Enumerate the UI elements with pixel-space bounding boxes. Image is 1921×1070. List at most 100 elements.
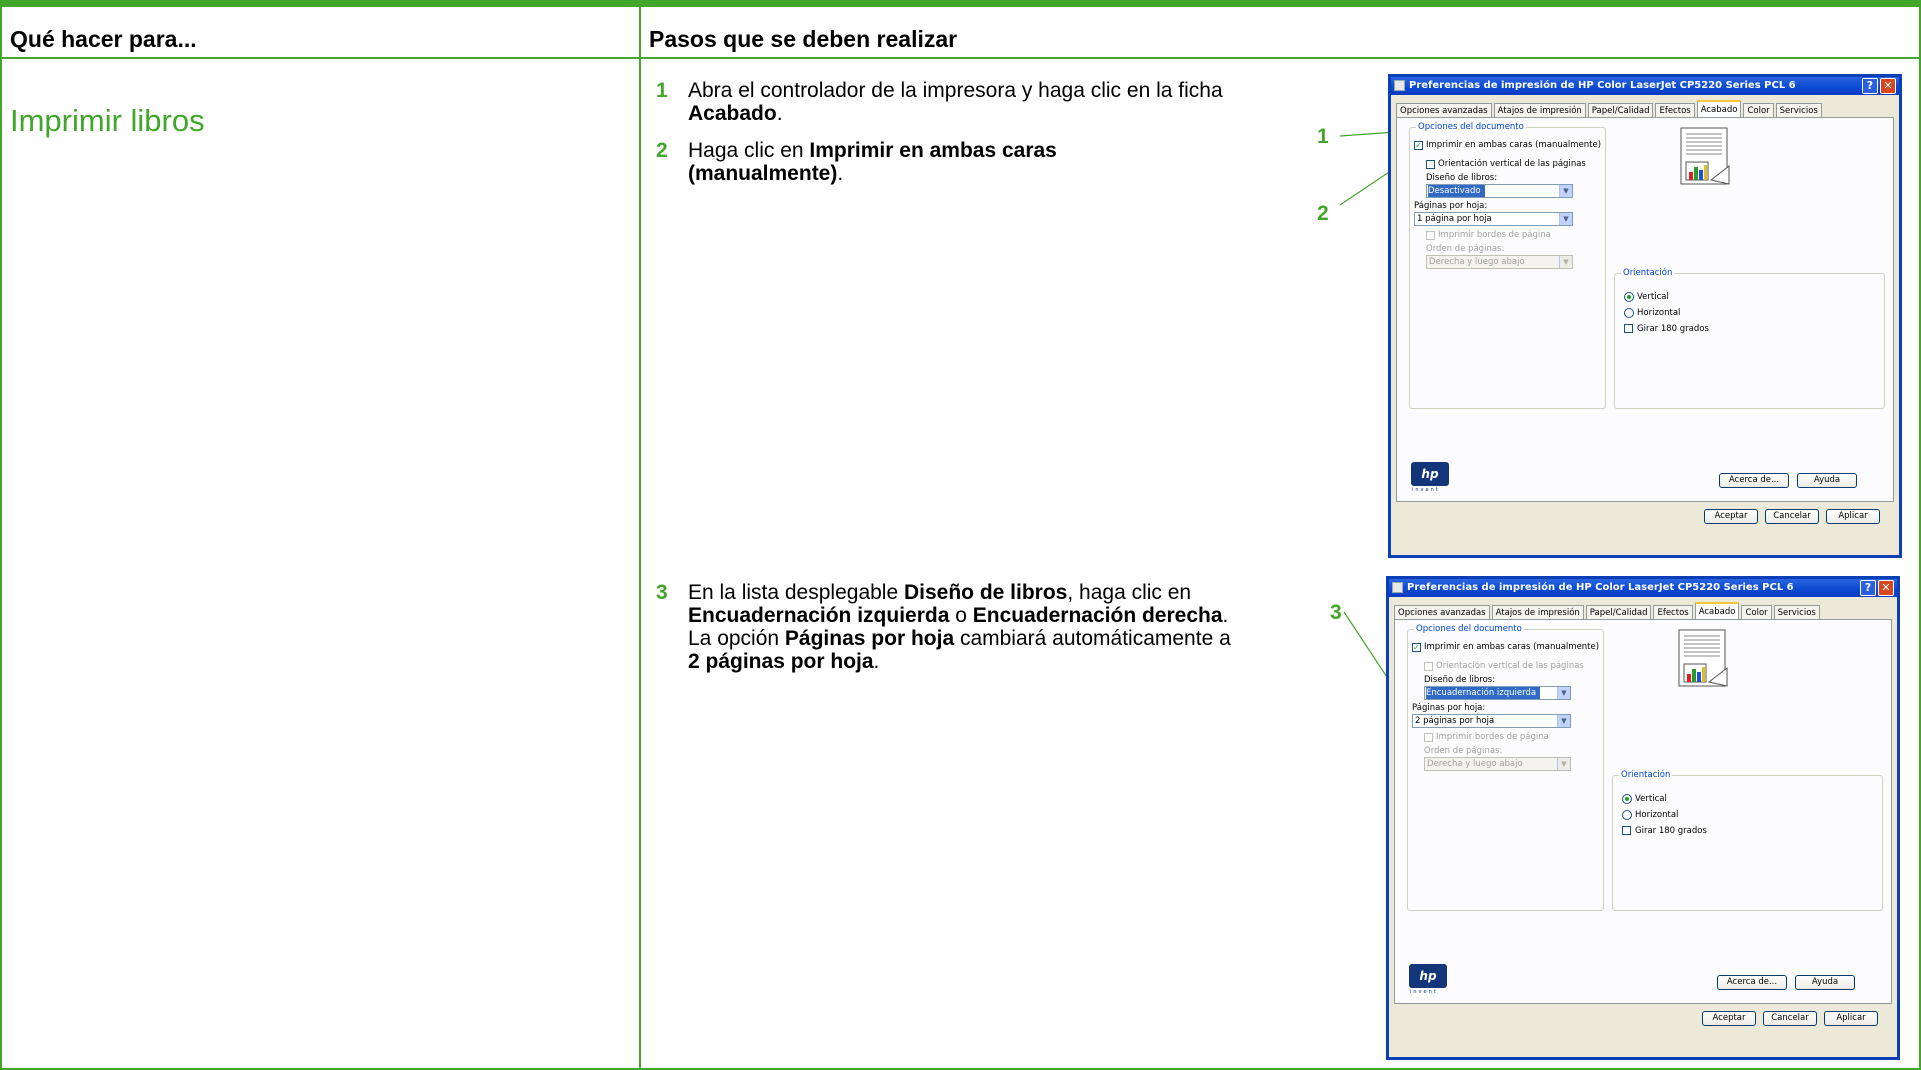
chevron-down-icon: ▼ — [1557, 715, 1570, 727]
about-button[interactable]: Acerca de... — [1719, 473, 1789, 488]
print-preferences-dialog-2: Preferencias de impresión de HP Color La… — [1386, 576, 1900, 1060]
landscape-label: Horizontal — [1637, 308, 1681, 318]
hp-logo: hp — [1411, 462, 1449, 486]
apply-button[interactable]: Aplicar — [1824, 1011, 1878, 1026]
section-title: Imprimir libros — [10, 103, 205, 138]
booklet-layout-select[interactable]: Encuadernación izquierda ▼ — [1424, 686, 1571, 700]
duplex-checkbox[interactable]: ✓ — [1414, 141, 1423, 150]
booklet-layout-label: Diseño de libros: — [1424, 675, 1496, 685]
page-preview-icon — [1678, 629, 1728, 687]
step-number: 3 — [656, 581, 668, 604]
ok-button[interactable]: Aceptar — [1704, 509, 1758, 524]
step-text: Abra el controlador de la impresora y ha… — [688, 79, 1223, 125]
callout-2: 2 — [1317, 202, 1329, 225]
step-text: Haga clic en Imprimir en ambas caras (ma… — [688, 139, 1057, 185]
page-order-select[interactable]: Derecha y luego abajo ▼ — [1424, 757, 1571, 771]
landscape-label: Horizontal — [1635, 810, 1679, 820]
cancel-button[interactable]: Cancelar — [1763, 1011, 1817, 1026]
apply-button[interactable]: Aplicar — [1826, 509, 1880, 524]
printer-icon — [1392, 582, 1403, 593]
flip-pages-label: Orientación vertical de las páginas — [1436, 661, 1584, 671]
finishing-tab-panel: Opciones del documento ✓ Imprimir en ambas… — [1394, 619, 1892, 1004]
page-order-select[interactable]: Derecha y luego abajo ▼ — [1426, 255, 1573, 269]
portrait-radio[interactable] — [1624, 292, 1634, 302]
landscape-radio[interactable] — [1624, 308, 1634, 318]
column-divider — [639, 0, 641, 1070]
group-label: Opciones del documento — [1416, 122, 1526, 132]
tab-5[interactable]: Color — [1741, 605, 1772, 620]
help-titlebar-button[interactable]: ? — [1862, 78, 1878, 94]
step-2: 2 Haga clic en Imprimir en ambas caras (… — [656, 139, 1246, 185]
portrait-label: Vertical — [1635, 794, 1667, 804]
duplex-checkbox[interactable]: ✓ — [1412, 643, 1421, 652]
column-header-task: Qué hacer para... — [10, 26, 197, 52]
printer-icon — [1394, 80, 1405, 91]
chevron-down-icon: ▼ — [1557, 758, 1570, 770]
step-1: 1 Abra el controlador de la impresora y … — [656, 79, 1246, 125]
duplex-label: Imprimir en ambas caras (manualmente) — [1426, 140, 1602, 150]
tab-2[interactable]: Papel/Calidad — [1587, 103, 1654, 118]
pages-per-sheet-select[interactable]: 2 páginas por hoja ▼ — [1412, 714, 1571, 728]
finishing-tab-panel: Opciones del documento ✓ Imprimir en ambas… — [1396, 117, 1894, 502]
table-left-border — [0, 0, 2, 1070]
landscape-radio[interactable] — [1622, 810, 1632, 820]
close-titlebar-button[interactable]: ✕ — [1880, 78, 1896, 94]
pages-per-sheet-select[interactable]: 1 página por hoja ▼ — [1414, 212, 1573, 226]
step-number: 1 — [656, 79, 668, 102]
page-order-label: Orden de páginas: — [1424, 746, 1503, 756]
column-header-steps: Pasos que se deben realizar — [649, 26, 958, 52]
rotate-label: Girar 180 grados — [1637, 324, 1709, 334]
duplex-label: Imprimir en ambas caras (manualmente) — [1424, 642, 1600, 652]
group-label: Orientación — [1619, 770, 1673, 780]
help-titlebar-button[interactable]: ? — [1860, 580, 1876, 596]
tab-3[interactable]: Efectos — [1655, 103, 1695, 118]
header-divider — [0, 57, 1921, 59]
tab-5[interactable]: Color — [1743, 103, 1774, 118]
flip-pages-checkbox[interactable] — [1424, 662, 1433, 671]
tab-6[interactable]: Servicios — [1775, 103, 1822, 118]
step-text: En la lista desplegable Diseño de libros… — [688, 581, 1231, 673]
print-borders-checkbox[interactable] — [1424, 733, 1433, 742]
tab-strip: Opciones avanzadas Atajos de impresión Pap… — [1394, 602, 1822, 620]
tab-3[interactable]: Efectos — [1653, 605, 1693, 620]
tab-0[interactable]: Opciones avanzadas — [1394, 605, 1490, 620]
tab-strip: Opciones avanzadas Atajos de impresión Pap… — [1396, 100, 1824, 118]
cancel-button[interactable]: Cancelar — [1765, 509, 1819, 524]
tab-1[interactable]: Atajos de impresión — [1491, 605, 1584, 620]
print-borders-label: Imprimir bordes de página — [1438, 230, 1551, 240]
portrait-radio[interactable] — [1622, 794, 1632, 804]
table-top-rule — [0, 0, 1921, 7]
tab-2[interactable]: Papel/Calidad — [1585, 605, 1652, 620]
tab-0[interactable]: Opciones avanzadas — [1396, 103, 1492, 118]
tab-4[interactable]: Acabado — [1696, 100, 1742, 118]
ok-button[interactable]: Aceptar — [1702, 1011, 1756, 1026]
booklet-layout-select[interactable]: Desactivado ▼ — [1426, 184, 1573, 198]
help-button[interactable]: Ayuda — [1797, 473, 1857, 488]
step-number: 2 — [656, 139, 668, 162]
chevron-down-icon: ▼ — [1559, 185, 1572, 197]
rotate-checkbox[interactable] — [1624, 324, 1633, 333]
close-titlebar-button[interactable]: ✕ — [1878, 580, 1894, 596]
print-borders-checkbox[interactable] — [1426, 231, 1435, 240]
print-borders-label: Imprimir bordes de página — [1436, 732, 1549, 742]
print-preferences-dialog-1: Preferencias de impresión de HP Color La… — [1388, 74, 1902, 558]
tab-1[interactable]: Atajos de impresión — [1493, 103, 1586, 118]
about-button[interactable]: Acerca de... — [1717, 975, 1787, 990]
group-label: Orientación — [1621, 268, 1675, 278]
help-button[interactable]: Ayuda — [1795, 975, 1855, 990]
rotate-checkbox[interactable] — [1622, 826, 1631, 835]
flip-pages-checkbox[interactable] — [1426, 160, 1435, 169]
pages-per-sheet-label: Páginas por hoja: — [1414, 201, 1488, 211]
tab-6[interactable]: Servicios — [1773, 605, 1820, 620]
dialog-title: Preferencias de impresión de HP Color La… — [1409, 80, 1796, 91]
chevron-down-icon: ▼ — [1559, 213, 1572, 225]
page-preview-icon — [1680, 127, 1730, 185]
hp-logo-tagline: invent — [1412, 487, 1440, 493]
booklet-layout-label: Diseño de libros: — [1426, 173, 1498, 183]
tab-4[interactable]: Acabado — [1694, 602, 1740, 620]
callout-3: 3 — [1330, 601, 1342, 624]
portrait-label: Vertical — [1637, 292, 1669, 302]
rotate-label: Girar 180 grados — [1635, 826, 1707, 836]
chevron-down-icon: ▼ — [1557, 687, 1570, 699]
chevron-down-icon: ▼ — [1559, 256, 1572, 268]
